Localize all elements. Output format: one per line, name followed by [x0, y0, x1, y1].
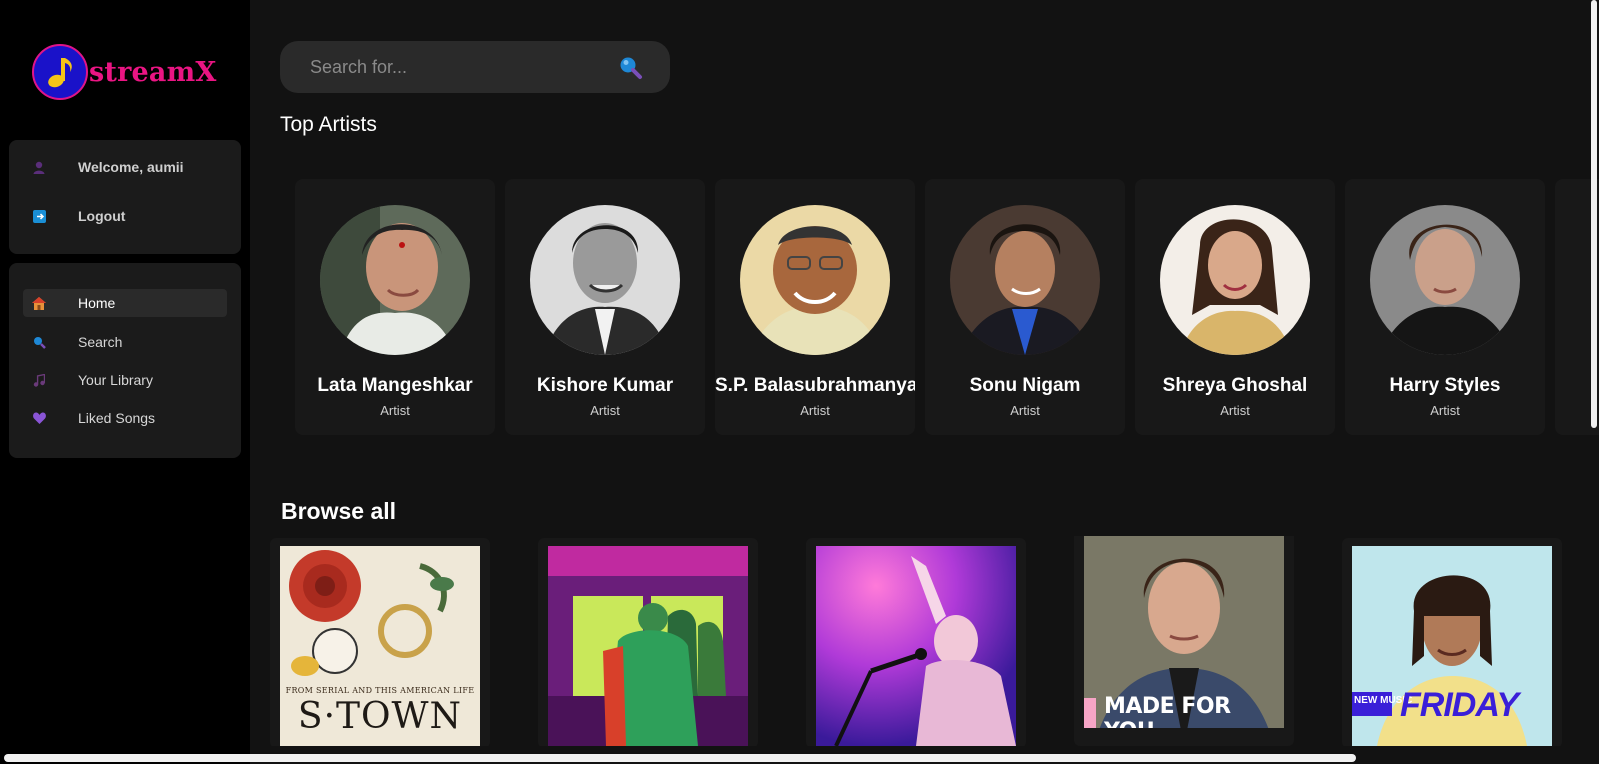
home-icon	[25, 289, 53, 317]
browse-tile[interactable]: NEW MUSIC FRIDAY	[1342, 538, 1562, 746]
nav-item-library[interactable]: Your Library	[23, 366, 227, 394]
top-artists-row: Lata Mangeshkar Artist Kishore Kumar Art…	[295, 179, 1599, 435]
browse-all-heading: Browse all	[281, 498, 397, 524]
nav-label-liked: Liked Songs	[78, 410, 156, 426]
brand-name: streamX	[89, 56, 217, 88]
artist-photo	[530, 205, 680, 355]
music-note-icon	[25, 366, 53, 394]
artist-photo	[950, 205, 1100, 355]
artist-photo	[1370, 205, 1520, 355]
tile-artwork: FROM SERIAL AND THIS AMERICAN LIFE S·TOW…	[280, 546, 480, 746]
nav-label-search: Search	[78, 334, 123, 350]
tile-artwork: MADE FOR YOU	[1084, 536, 1284, 728]
nav-label-home: Home	[78, 295, 116, 311]
artist-role: Artist	[1220, 403, 1250, 418]
artist-name: Lata Mangeshkar	[317, 375, 473, 396]
tile-caption: FRIDAY	[1400, 686, 1519, 724]
artist-card[interactable]: Shreya Ghoshal Artist	[1135, 179, 1335, 435]
vertical-scrollbar[interactable]	[1591, 0, 1597, 428]
artist-card[interactable]: Lata Mangeshkar Artist	[295, 179, 495, 435]
main-nav: Home Search Your Library Liked Songs	[9, 263, 241, 458]
artist-role: Artist	[1430, 403, 1460, 418]
browse-all-grid: FROM SERIAL AND THIS AMERICAN LIFE S·TOW…	[270, 536, 1599, 746]
artist-name: Sonu Nigam	[969, 375, 1081, 396]
artist-photo	[320, 205, 470, 355]
search-icon[interactable]	[618, 55, 644, 86]
tile-caption: MADE FOR YOU	[1104, 694, 1231, 728]
artist-name: Kishore Kumar	[536, 375, 674, 396]
heart-icon	[25, 404, 53, 432]
top-artists-heading: Top Artists	[280, 113, 377, 136]
artist-photo	[740, 205, 890, 355]
logout-icon	[25, 202, 53, 230]
browse-tile[interactable]: MADE FOR YOU	[1074, 536, 1294, 746]
tile-artwork	[548, 546, 748, 746]
tile-artwork	[816, 546, 1016, 746]
search-input[interactable]	[310, 41, 610, 93]
artist-photo	[1160, 205, 1310, 355]
nav-item-home[interactable]: Home	[23, 289, 227, 317]
logout-button[interactable]: Logout	[23, 202, 227, 230]
app-logo[interactable]: streamX	[32, 44, 217, 100]
nav-item-search[interactable]: Search	[23, 328, 227, 356]
tile-subcaption: FROM SERIAL AND THIS AMERICAN LIFE	[285, 686, 475, 695]
artist-role: Artist	[800, 403, 830, 418]
user-icon	[25, 153, 53, 181]
welcome-row: Welcome, aumii	[23, 153, 227, 181]
user-panel: Welcome, aumii Logout	[9, 140, 241, 254]
artist-name: Shreya Ghoshal	[1162, 375, 1308, 396]
search-icon	[25, 328, 53, 356]
artist-role: Artist	[1010, 403, 1040, 418]
artist-card[interactable]: Sonu Nigam Artist	[925, 179, 1125, 435]
tile-artwork: NEW MUSIC FRIDAY	[1352, 546, 1552, 746]
sidebar: streamX Welcome, aumii Logout Home Searc…	[0, 0, 250, 764]
artist-card[interactable]: S.P. Balasubrahmanyam Artist	[715, 179, 915, 435]
artist-role: Artist	[590, 403, 620, 418]
artist-name: Harry Styles	[1389, 375, 1501, 396]
tile-caption: S·TOWN	[297, 696, 463, 737]
horizontal-scrollbar[interactable]	[4, 754, 1356, 762]
browse-tile[interactable]	[538, 538, 758, 746]
search-bar	[280, 41, 670, 93]
nav-label-library: Your Library	[78, 372, 153, 388]
nav-item-liked[interactable]: Liked Songs	[23, 404, 227, 432]
artist-card[interactable]: Kishore Kumar Artist	[505, 179, 705, 435]
welcome-text: Welcome, aumii	[78, 159, 184, 175]
artist-card[interactable]: Harry Styles Artist	[1345, 179, 1545, 435]
music-note-logo-icon	[32, 44, 88, 100]
browse-tile[interactable]: FROM SERIAL AND THIS AMERICAN LIFE S·TOW…	[270, 538, 490, 746]
artist-name: S.P. Balasubrahmanyam	[715, 375, 915, 396]
logout-label: Logout	[78, 208, 126, 224]
browse-tile[interactable]	[806, 538, 1026, 746]
artist-role: Artist	[380, 403, 410, 418]
